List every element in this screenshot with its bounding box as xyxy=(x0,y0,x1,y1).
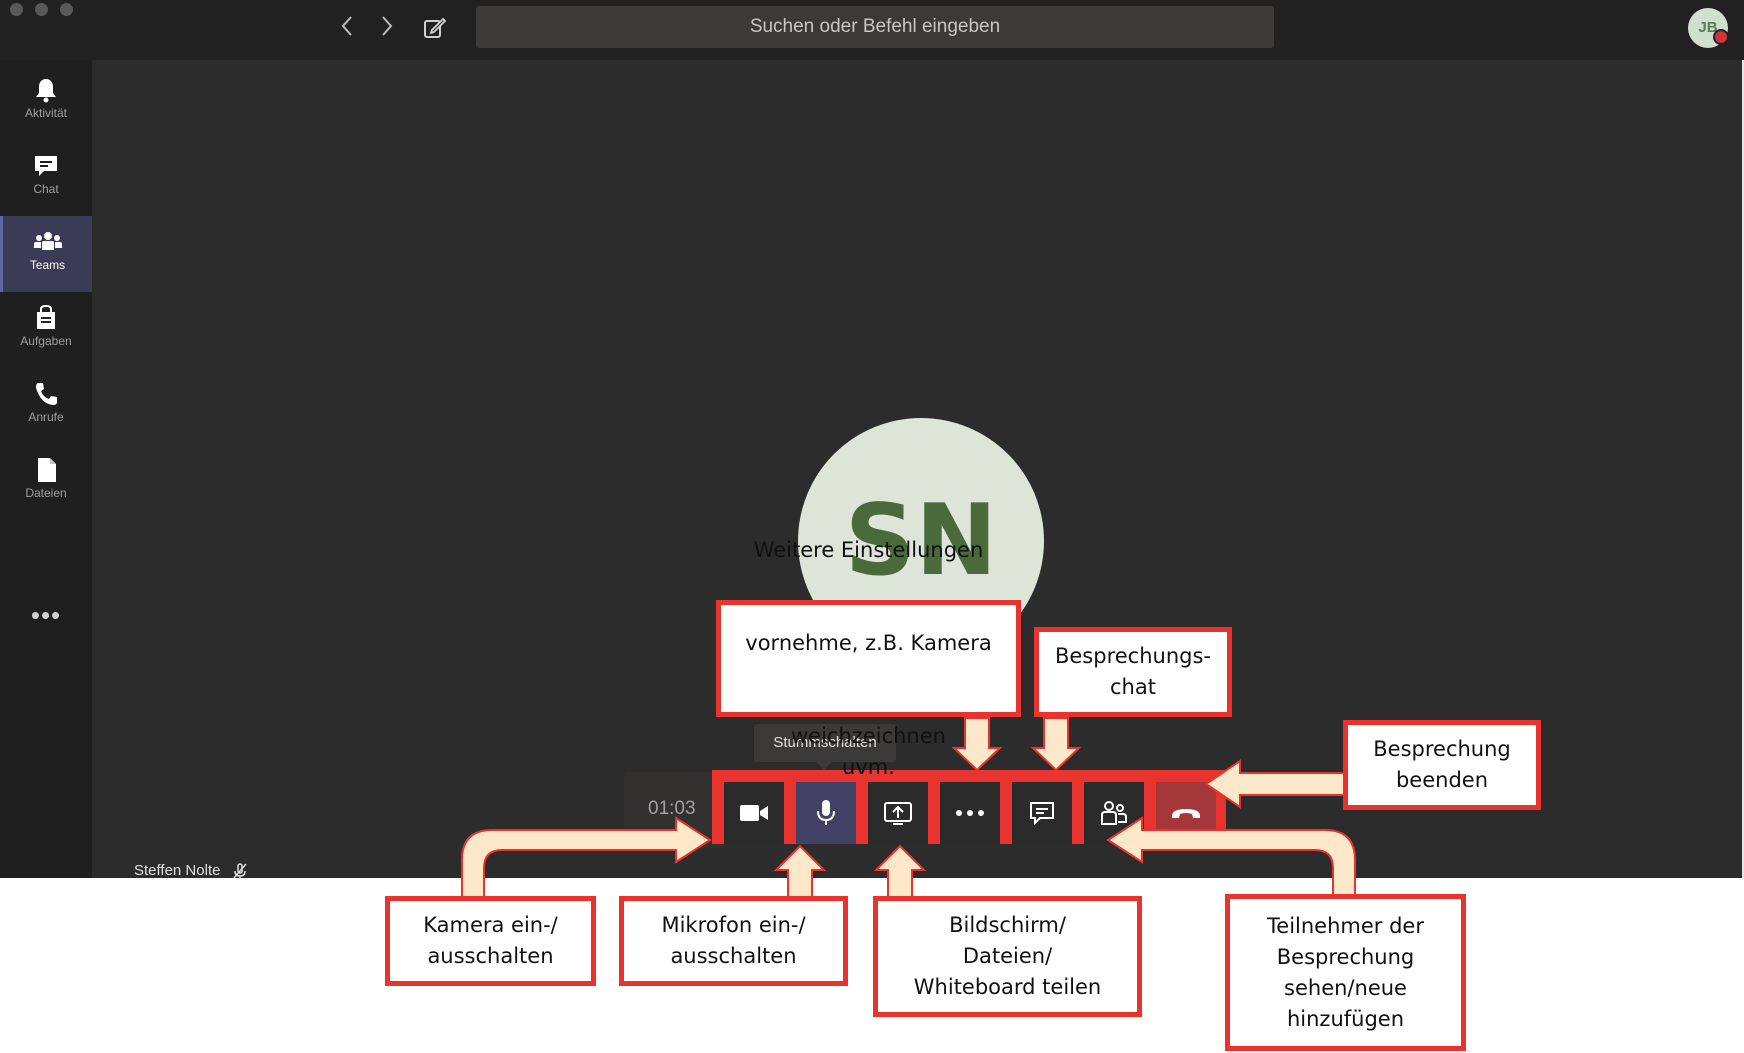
callout-more-settings-line2: vornehme, z.B. Kamera xyxy=(745,630,992,655)
arrow-to-share xyxy=(873,844,927,899)
callout-camera-text: Kamera ein-/ ausschalten xyxy=(423,913,558,968)
callout-camera: Kamera ein-/ ausschalten xyxy=(385,896,596,986)
callout-more-settings-line3a: weichzeichnen xyxy=(791,723,946,748)
callout-share-text: Bildschirm/ Dateien/ Whiteboard teilen xyxy=(913,913,1102,999)
arrow-to-camera xyxy=(461,816,712,899)
callout-more-settings: Weitere Einstellungen vornehme, z.B. Kam… xyxy=(716,538,1021,779)
callout-more-settings-line1: Weitere Einstellungen xyxy=(753,537,984,562)
callout-meeting-chat-text: Besprechungs- chat xyxy=(1054,644,1211,699)
callout-microphone: Mikrofon ein-/ ausschalten xyxy=(619,896,848,986)
arrow-to-microphone xyxy=(773,844,827,899)
arrow-to-chat xyxy=(1030,717,1082,772)
callout-meeting-chat: Besprechungs- chat xyxy=(1034,627,1232,717)
arrow-to-hang-up xyxy=(1204,759,1346,809)
callout-participants: Teilnehmer der Besprechung sehen/neue hi… xyxy=(1225,894,1466,1051)
callout-end-meeting: Besprechung beenden xyxy=(1343,720,1541,810)
callout-more-settings-line3b: uvm. xyxy=(842,754,895,779)
callout-end-meeting-text: Besprechung beenden xyxy=(1373,737,1511,792)
callout-microphone-text: Mikrofon ein-/ ausschalten xyxy=(661,913,806,968)
arrow-to-participants xyxy=(1106,816,1356,899)
callout-participants-text: Teilnehmer der Besprechung sehen/neue hi… xyxy=(1267,913,1424,1031)
callout-share: Bildschirm/ Dateien/ Whiteboard teilen xyxy=(873,896,1142,1017)
